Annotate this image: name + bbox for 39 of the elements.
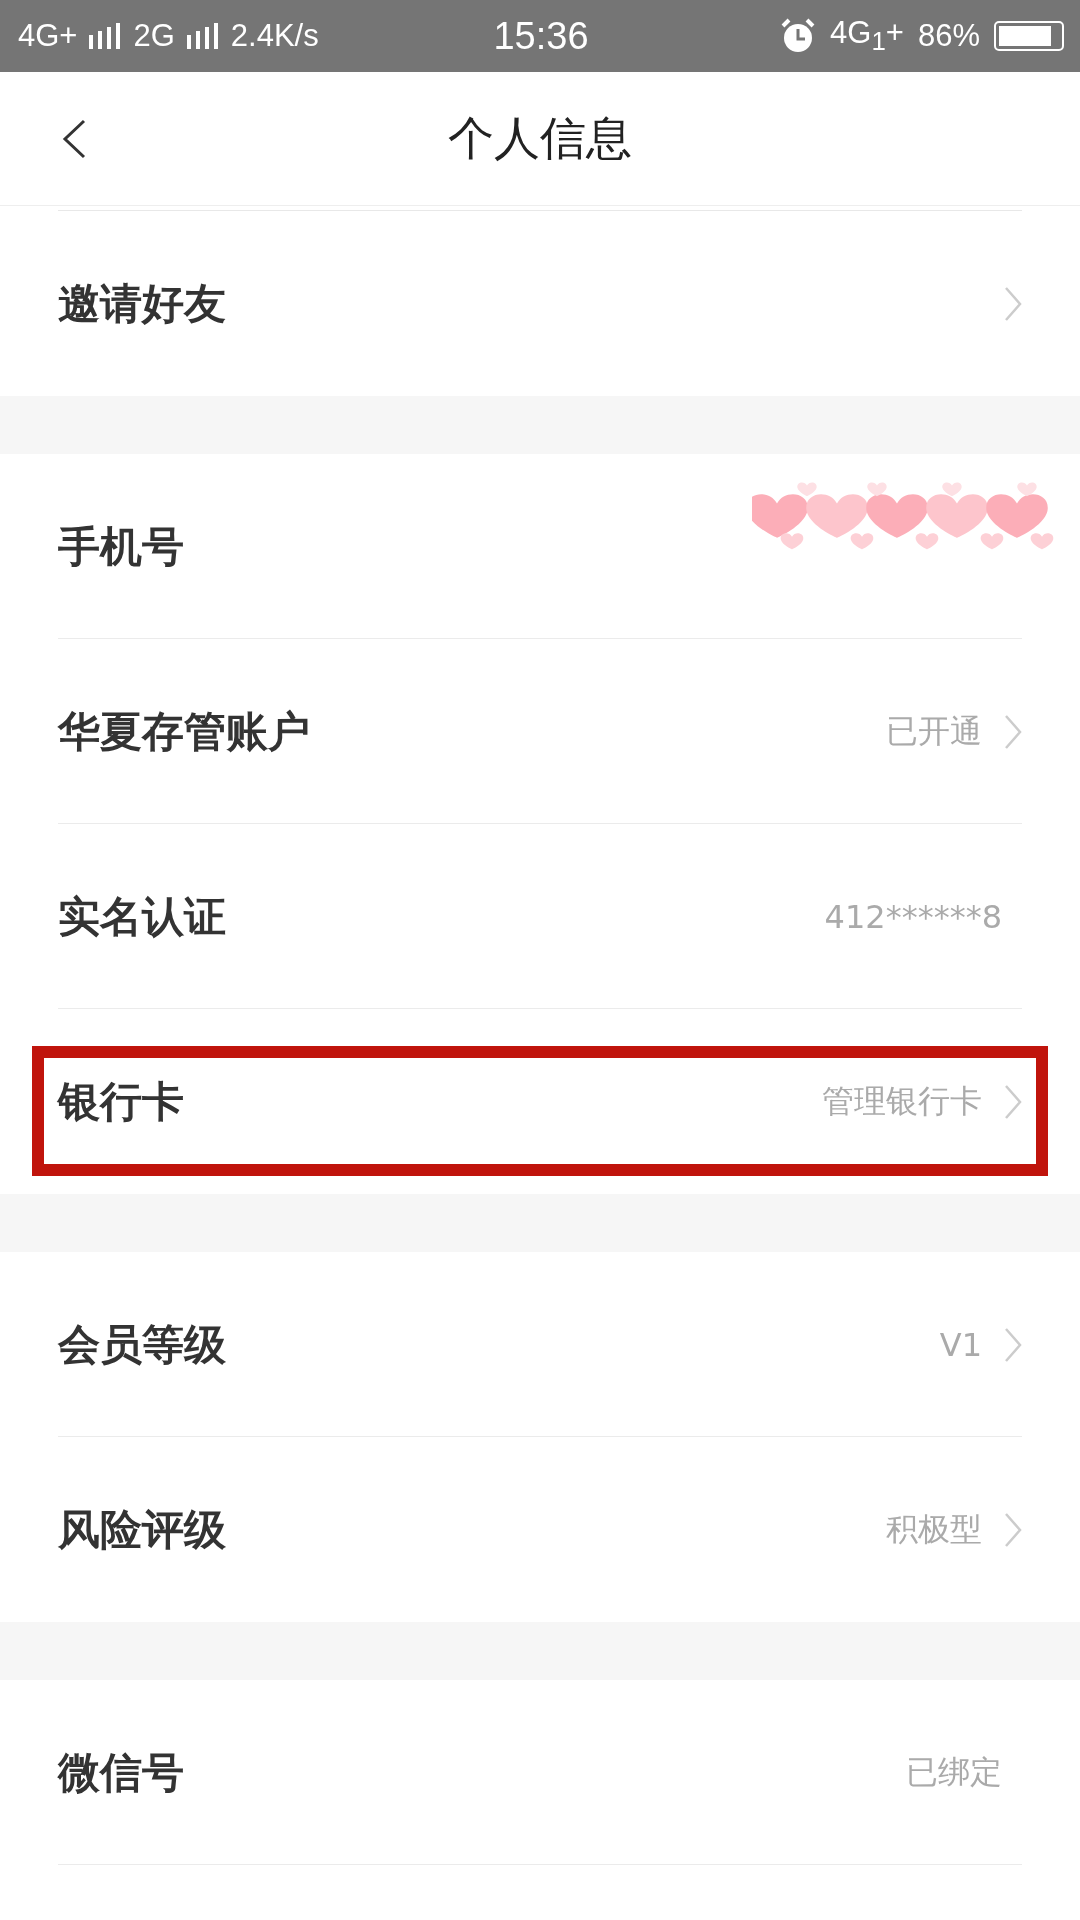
row-value: 412******8	[824, 897, 1002, 936]
row-value: V1	[939, 1325, 982, 1364]
settings-row[interactable]: 手机号	[0, 454, 1080, 639]
settings-row[interactable]: 风险评级 积极型	[0, 1437, 1080, 1622]
row-value: 积极型	[886, 1508, 982, 1550]
row-label: 手机号	[58, 520, 185, 573]
row-value: 管理银行卡	[822, 1080, 982, 1122]
row-label: 华夏存管账户	[58, 705, 311, 758]
row-label: 会员等级	[58, 1318, 227, 1371]
battery-icon	[994, 21, 1064, 51]
back-icon[interactable]	[60, 118, 88, 160]
network-speed: 2.4K/s	[230, 18, 319, 54]
row-label: 微信号	[58, 1746, 185, 1799]
chevron-right-icon	[1004, 1511, 1022, 1548]
row-label: 邀请好友	[58, 277, 227, 330]
settings-row[interactable]: 实名认证 412******8	[0, 824, 1080, 1009]
network-label: 2G	[133, 18, 175, 54]
chevron-right-icon	[1004, 1326, 1022, 1363]
row-value: 已开通	[886, 710, 982, 752]
network-label: 4G$_{1}$+	[830, 15, 904, 57]
page-title: 个人信息	[448, 109, 632, 167]
signal-icon	[89, 23, 122, 49]
network-label: 4G+	[18, 18, 78, 54]
row-value: 已绑定	[906, 1751, 1002, 1793]
status-time: 15:36	[493, 14, 589, 58]
settings-row[interactable]: 银行卡 管理银行卡	[0, 1009, 1080, 1194]
chevron-right-icon	[1004, 285, 1022, 322]
row-label: 银行卡	[58, 1075, 185, 1128]
settings-row[interactable]: 邀请好友	[0, 211, 1080, 396]
settings-row[interactable]: 微信号 已绑定	[0, 1680, 1080, 1865]
battery-percent: 86%	[917, 18, 980, 54]
settings-row[interactable]: 会员等级 V1	[0, 1252, 1080, 1437]
row-label: 实名认证	[58, 890, 227, 943]
chevron-right-icon	[1004, 1083, 1022, 1120]
row-label: 风险评级	[58, 1503, 227, 1556]
settings-row[interactable]: 华夏存管账户 已开通	[0, 639, 1080, 824]
alarm-clock-icon	[780, 18, 817, 54]
chevron-right-icon	[1004, 713, 1022, 750]
signal-icon	[186, 23, 219, 49]
